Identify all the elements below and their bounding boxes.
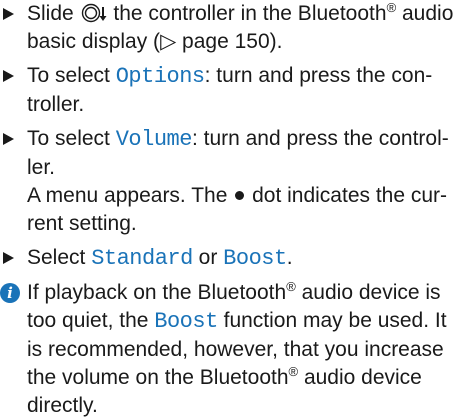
info-icon: i xyxy=(0,283,20,303)
ui-term-boost: Boost xyxy=(223,246,287,271)
step-text: To select xyxy=(27,127,116,150)
step-text: page 150). xyxy=(176,30,283,53)
step-text: Slide xyxy=(27,2,80,25)
step-select-mode: Select Standard or Boost. xyxy=(0,244,460,273)
registered-mark: ® xyxy=(386,0,397,15)
step-text: or xyxy=(192,246,224,269)
step-text: the controller in the Bluetooth xyxy=(113,2,387,25)
ui-term-volume: Volume xyxy=(115,127,193,152)
filled-dot-icon xyxy=(235,191,245,200)
step-select-volume: To select Volume: turn and press the con… xyxy=(0,125,460,238)
ui-term-boost: Boost xyxy=(154,309,218,334)
info-note: i If playback on the Bluetooth® audio de… xyxy=(0,279,460,420)
step-text: Select xyxy=(27,246,92,269)
ui-term-standard: Standard xyxy=(91,246,193,271)
info-text: If playback on the Bluetooth xyxy=(27,281,287,304)
registered-mark: ® xyxy=(286,279,296,294)
step-select-options: To select Options: turn and press the co… xyxy=(0,62,460,119)
manual-page: Slide the controller in the Bluetooth® a… xyxy=(0,0,460,417)
step-text: To select xyxy=(27,64,116,87)
ui-term-options: Options xyxy=(115,64,205,89)
step-result-text: A menu appears. The xyxy=(27,184,234,207)
triangle-bullet-icon xyxy=(3,8,14,20)
triangle-bullet-icon xyxy=(3,252,14,264)
controller-slide-down-icon xyxy=(81,3,107,23)
step-slide-controller: Slide the controller in the Bluetooth® a… xyxy=(0,0,460,56)
registered-mark: ® xyxy=(288,364,299,379)
triangle-bullet-icon xyxy=(3,70,14,82)
triangle-bullet-icon xyxy=(3,133,14,145)
page-ref-arrow-icon: ▷ xyxy=(160,30,177,53)
step-text: . xyxy=(286,246,293,269)
